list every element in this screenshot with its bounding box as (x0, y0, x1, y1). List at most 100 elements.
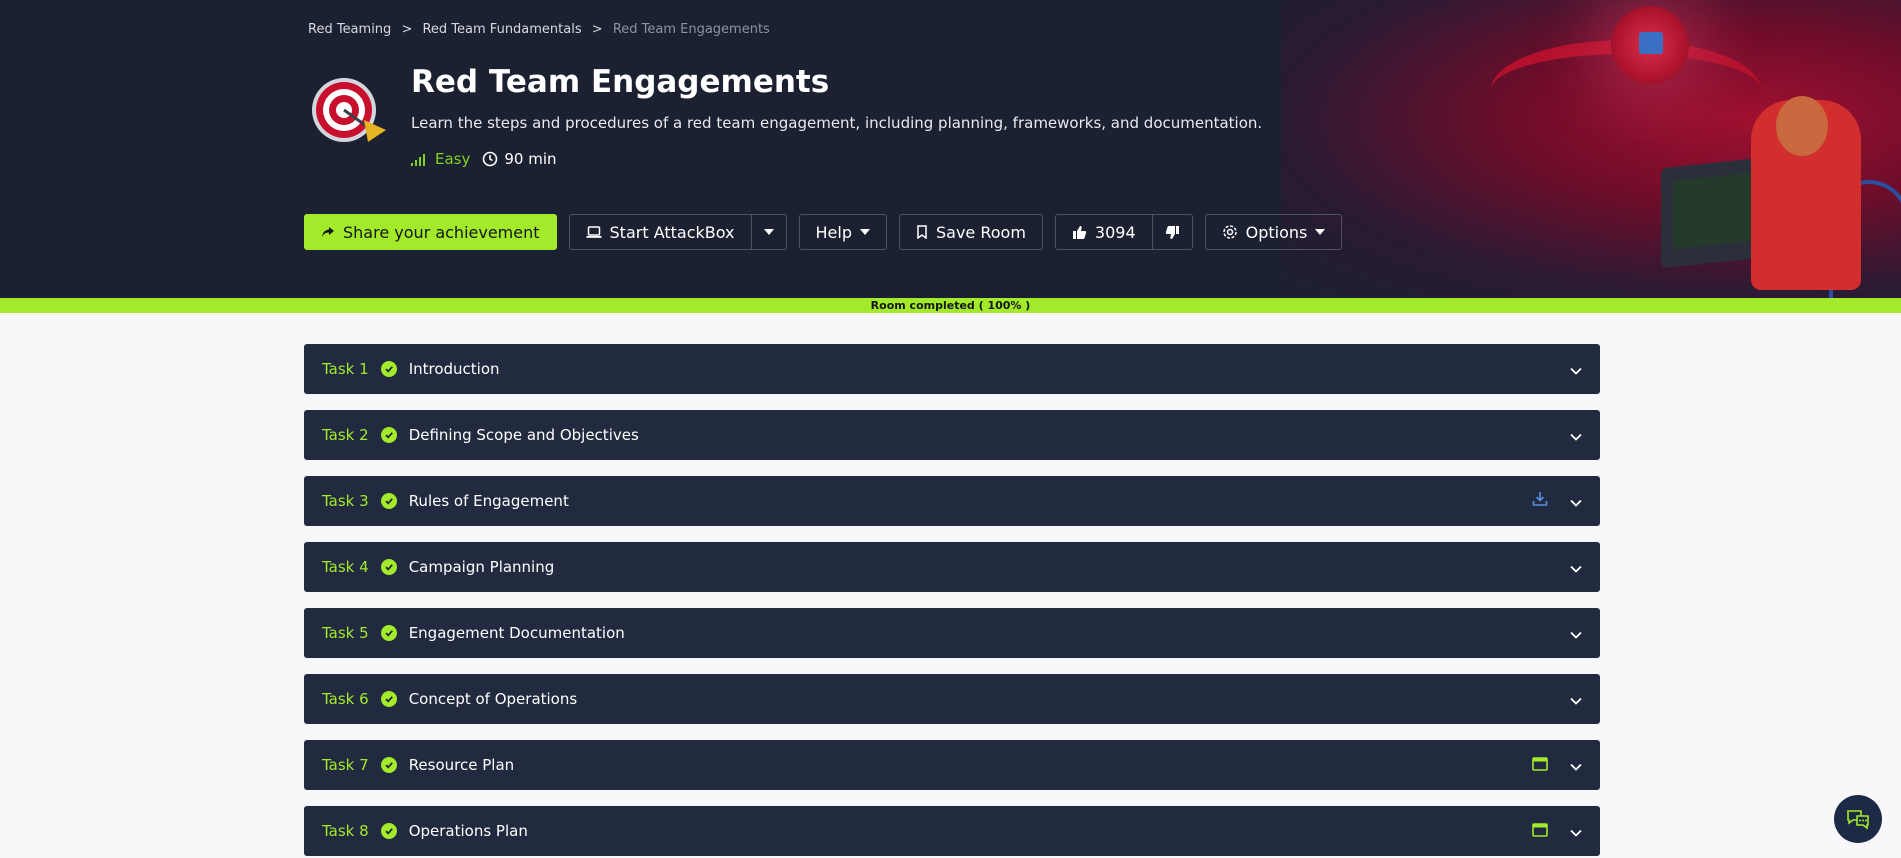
help-button[interactable]: Help (798, 214, 887, 250)
task-number: Task 6 (322, 690, 369, 708)
task-row[interactable]: Task 5 Engagement Documentation (304, 608, 1600, 658)
chevron-down-icon[interactable] (1570, 360, 1582, 379)
task-actions (1570, 608, 1582, 658)
chevron-down-icon[interactable] (1570, 756, 1582, 775)
task-title: Concept of Operations (408, 690, 578, 708)
task-title: Resource Plan (408, 756, 515, 774)
options-button[interactable]: Options (1204, 214, 1343, 250)
chevron-down-icon[interactable] (1570, 822, 1582, 841)
chevron-down-icon (860, 229, 870, 235)
save-room-button[interactable]: Save Room (899, 214, 1043, 250)
task-row[interactable]: Task 7 Resource Plan (304, 740, 1600, 790)
check-circle-icon (380, 427, 397, 443)
duration: 90 min (482, 150, 557, 168)
laptop-icon (586, 226, 602, 238)
task-number: Task 4 (322, 558, 369, 576)
room-meta: Easy 90 min (411, 150, 557, 168)
check-circle-icon (380, 493, 397, 509)
chevron-down-icon[interactable] (1570, 492, 1582, 511)
task-title: Defining Scope and Objectives (408, 426, 639, 444)
room-title: Red Team Engagements (411, 64, 830, 100)
chevron-down-icon (763, 229, 774, 235)
attackbox-button-group: Start AttackBox (568, 214, 787, 250)
check-circle-icon (380, 823, 397, 839)
task-number: Task 8 (322, 822, 369, 840)
check-circle-icon (380, 559, 397, 575)
task-actions (1570, 542, 1582, 592)
difficulty-label: Easy (435, 150, 471, 168)
room-progress-label: Room completed ( 100% ) (870, 299, 1031, 312)
chevron-down-icon (1315, 229, 1326, 235)
breadcrumb-item-fundamentals[interactable]: Red Team Fundamentals (422, 22, 581, 37)
task-row[interactable]: Task 4 Campaign Planning (304, 542, 1600, 592)
chevron-down-icon[interactable] (1570, 426, 1582, 445)
task-title: Rules of Engagement (408, 492, 569, 510)
task-row[interactable]: Task 6 Concept of Operations (304, 674, 1600, 724)
task-row[interactable]: Task 8 Operations Plan (304, 806, 1600, 856)
chat-support-button[interactable] (1834, 795, 1882, 843)
room-description: Learn the steps and procedures of a red … (411, 114, 1263, 132)
chevron-down-icon[interactable] (1570, 624, 1582, 643)
chat-icon (1847, 810, 1869, 830)
task-number: Task 5 (322, 624, 369, 642)
check-circle-icon (380, 757, 397, 773)
breadcrumb-current: Red Team Engagements (612, 22, 770, 37)
room-progress-bar: Room completed ( 100% ) (0, 298, 1901, 313)
browser-icon[interactable] (1532, 756, 1548, 775)
chevron-down-icon[interactable] (1570, 690, 1582, 709)
check-circle-icon (380, 361, 397, 377)
task-row[interactable]: Task 2 Defining Scope and Objectives (304, 410, 1600, 460)
task-number: Task 3 (322, 492, 369, 510)
task-title: Engagement Documentation (408, 624, 625, 642)
check-circle-icon (380, 691, 397, 707)
start-attackbox-button[interactable]: Start AttackBox (568, 214, 752, 250)
duration-label: 90 min (504, 150, 557, 168)
task-number: Task 7 (322, 756, 369, 774)
task-title: Introduction (408, 360, 500, 378)
task-row[interactable]: Task 1 Introduction (304, 344, 1600, 394)
bookmark-icon (917, 225, 927, 239)
share-achievement-button[interactable]: Share your achievement (304, 214, 557, 250)
vote-button-group: 3094 (1054, 214, 1193, 250)
check-circle-icon (380, 625, 397, 641)
task-actions (1532, 740, 1582, 790)
breadcrumb-separator: > (591, 22, 603, 37)
task-actions (1570, 674, 1582, 724)
task-number: Task 1 (322, 360, 369, 378)
dislike-button[interactable] (1152, 214, 1193, 250)
like-button[interactable]: 3094 (1054, 214, 1153, 250)
breadcrumb-item-red-teaming[interactable]: Red Teaming (308, 22, 391, 37)
target-icon (306, 72, 390, 156)
like-count: 3094 (1094, 222, 1136, 242)
task-actions (1532, 476, 1582, 526)
thumbs-up-icon (1072, 225, 1087, 239)
task-title: Operations Plan (408, 822, 528, 840)
clock-icon (483, 151, 498, 167)
room-toolbar: Share your achievement Start AttackBox H… (304, 214, 1343, 250)
attackbox-dropdown-button[interactable] (751, 214, 787, 250)
task-actions (1570, 410, 1582, 460)
share-achievement-label: Share your achievement (343, 222, 540, 242)
share-icon (322, 227, 334, 237)
difficulty: Easy (411, 150, 470, 168)
start-attackbox-label: Start AttackBox (609, 222, 735, 242)
task-actions (1570, 344, 1582, 394)
room-header: Red Teaming > Red Team Fundamentals > Re… (0, 0, 1901, 298)
chevron-down-icon[interactable] (1570, 558, 1582, 577)
download-icon[interactable] (1532, 491, 1548, 511)
save-room-label: Save Room (936, 222, 1026, 242)
task-row[interactable]: Task 3 Rules of Engagement (304, 476, 1600, 526)
room-banner-illustration (1281, 0, 1901, 298)
task-number: Task 2 (322, 426, 369, 444)
breadcrumb: Red Teaming > Red Team Fundamentals > Re… (308, 22, 776, 37)
browser-icon[interactable] (1532, 822, 1548, 841)
help-label: Help (815, 222, 852, 242)
breadcrumb-separator: > (401, 22, 413, 37)
gear-icon (1222, 225, 1237, 239)
signal-bars-icon (411, 154, 425, 166)
task-list: Task 1 Introduction Task 2 Defining Scope a… (304, 344, 1600, 858)
thumbs-down-icon (1165, 225, 1179, 239)
task-actions (1532, 806, 1582, 856)
task-title: Campaign Planning (408, 558, 555, 576)
options-label: Options (1245, 222, 1308, 242)
